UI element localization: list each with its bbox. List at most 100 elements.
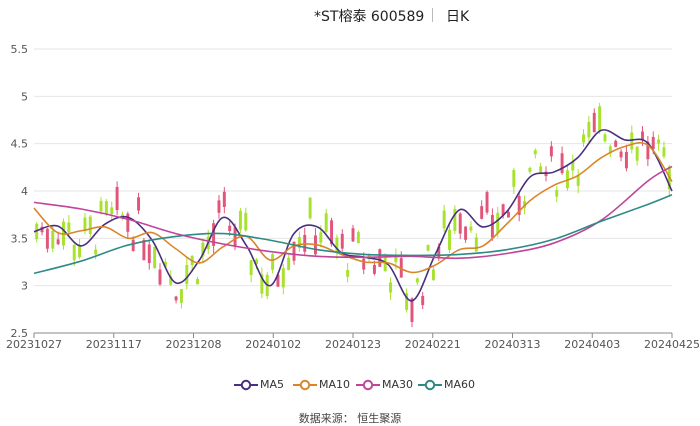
candle-body [431, 269, 435, 281]
candle-body [67, 222, 71, 233]
candle-body [174, 296, 178, 301]
candle-body [469, 226, 473, 231]
candle-body [442, 210, 446, 229]
x-tick-label: 20231208 [166, 338, 222, 351]
candle-body [287, 257, 291, 271]
candle-body [222, 191, 226, 207]
legend: MA5 MA10 MA30 MA60 [0, 377, 700, 393]
x-tick-label: 20240102 [245, 338, 301, 351]
candle-body [88, 216, 92, 235]
candle-body [137, 197, 141, 211]
price-chart: 2.533.544.555.520231027 20231117 20231208 2… [6, 43, 700, 351]
candle-body [340, 233, 344, 249]
candle-body [410, 298, 414, 322]
candle-body [185, 264, 189, 285]
candle-body [576, 175, 580, 186]
candle-body [362, 258, 366, 270]
candle-body [421, 295, 425, 306]
candle-body [528, 167, 532, 172]
y-tick-label: 5 [21, 90, 28, 103]
candle-body [110, 207, 114, 214]
candle-body [415, 278, 419, 283]
candle-body [228, 225, 232, 232]
y-tick-label: 3 [21, 280, 28, 293]
candle-body [485, 192, 489, 213]
candle-body [217, 200, 221, 213]
candle-body [426, 244, 430, 251]
candle-body [641, 131, 644, 140]
candle-body [51, 230, 55, 249]
candle-body [158, 269, 162, 285]
candle-body [142, 239, 146, 261]
candle-body [662, 147, 666, 157]
x-tick-label: 20240221 [405, 338, 461, 351]
candle-body [490, 214, 494, 238]
x-tick-label: 20231117 [86, 338, 142, 351]
candle-body [372, 264, 376, 274]
candle-body [651, 136, 655, 149]
y-tick-label: 3.5 [11, 232, 29, 245]
legend-label-ma30: MA30 [382, 378, 414, 391]
candle-body [153, 246, 157, 269]
candle-body [624, 151, 628, 169]
candle-body [56, 239, 60, 245]
candle-body [507, 211, 510, 218]
candle-body [244, 212, 248, 231]
candle-body [196, 279, 199, 285]
candle-body [94, 249, 98, 255]
candle-body [99, 200, 103, 212]
candle-body [383, 257, 387, 272]
candle-body [179, 289, 183, 303]
candle-body [533, 150, 537, 155]
candle-body [249, 260, 253, 276]
data-source: 数据来源： 恒生聚源 [298, 412, 402, 425]
candle-body [592, 112, 596, 133]
legend-swatch-ma5 [234, 379, 258, 391]
candle-body [560, 153, 564, 174]
legend-swatch-ma30 [356, 379, 380, 391]
legend-label-ma60: MA60 [444, 378, 476, 391]
series-line-ma5 [33, 129, 673, 302]
candle-body [389, 282, 393, 293]
candle-body [619, 151, 623, 158]
candle-body [346, 270, 350, 277]
y-tick-label: 4.5 [11, 138, 29, 151]
candle-body [555, 190, 559, 197]
candle-body [587, 121, 591, 138]
x-tick-label: 20240313 [485, 338, 541, 351]
candle-body [635, 146, 639, 161]
candle-body [464, 226, 468, 240]
candle-body [233, 227, 237, 247]
candle-body [448, 229, 451, 250]
legend-label-ma10: MA10 [319, 378, 351, 391]
y-tick-label: 5.5 [11, 43, 29, 56]
legend-swatch-ma60 [418, 379, 442, 391]
candle-body [480, 206, 484, 219]
candle-body [539, 166, 543, 173]
candle-body [582, 134, 586, 143]
candle-body [104, 201, 108, 215]
candle-body [657, 139, 661, 144]
candle-body [496, 212, 500, 234]
x-tick-label: 20231027 [6, 338, 62, 351]
candle-body [45, 228, 49, 249]
candle-body [324, 213, 328, 232]
candle-body [614, 140, 618, 147]
candle-body [147, 244, 151, 264]
candle-body [458, 213, 462, 234]
candle-body [308, 197, 312, 219]
candle-body [351, 228, 355, 242]
candle-body [72, 245, 76, 261]
legend-swatch-ma10 [293, 379, 317, 391]
candle-body [512, 170, 516, 187]
candle-body [598, 106, 602, 131]
legend-label-ma5: MA5 [260, 378, 285, 391]
candle-body [356, 232, 360, 244]
candle-body [78, 245, 82, 258]
candle-body [549, 146, 553, 157]
candle-body [238, 210, 242, 230]
candle-body [271, 254, 275, 270]
x-tick-label: 20240403 [564, 338, 620, 351]
candle-body [131, 239, 135, 251]
x-tick-label: 20240425 [644, 338, 700, 351]
